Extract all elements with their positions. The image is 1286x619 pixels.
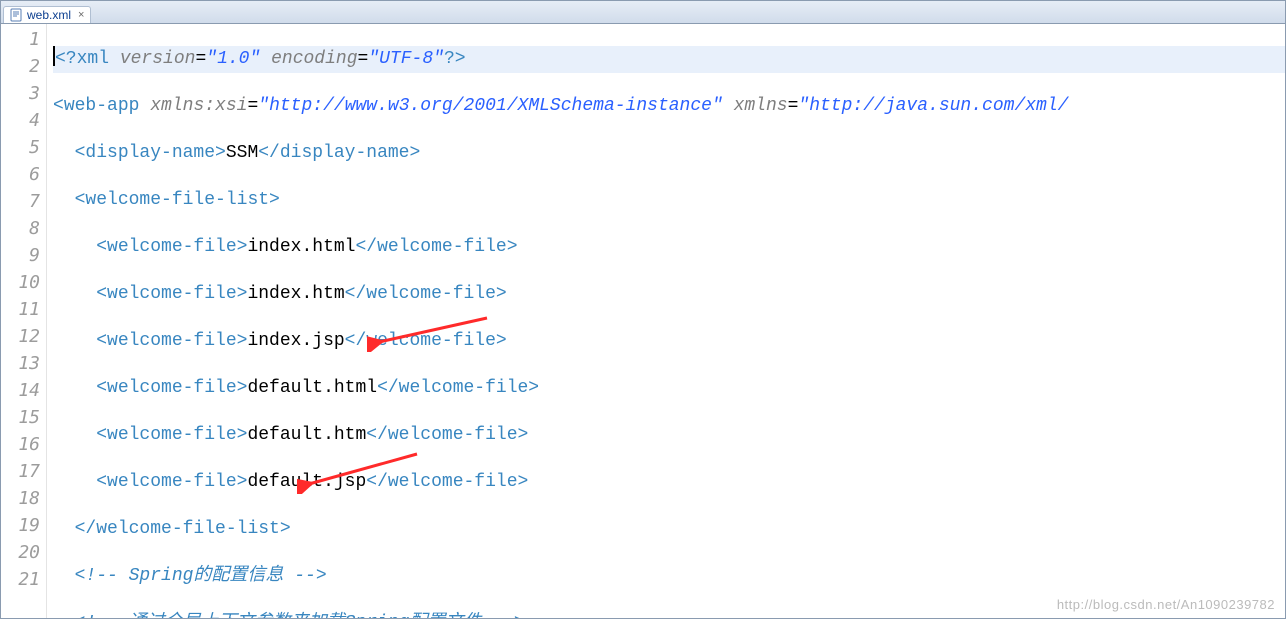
code-line[interactable]: </welcome-file-list>: [53, 516, 1285, 543]
code-line[interactable]: <display-name>SSM</display-name>: [53, 140, 1285, 167]
line-number: 18: [1, 485, 46, 512]
code-line[interactable]: <welcome-file>default.htm</welcome-file>: [53, 422, 1285, 449]
line-number: 2: [1, 53, 46, 80]
tab-bar: web.xml ×: [1, 1, 1285, 24]
code-line[interactable]: <!-- Spring的配置信息 -->: [53, 563, 1285, 590]
editor[interactable]: 1 2 3 4 5 6 7 8 9 10 11 12 13 14 15 16 1…: [1, 24, 1285, 618]
code-line[interactable]: <welcome-file>index.jsp</welcome-file>: [53, 328, 1285, 355]
code-line[interactable]: <welcome-file>index.html</welcome-file>: [53, 234, 1285, 261]
code-line[interactable]: <web-app xmlns:xsi="http://www.w3.org/20…: [53, 93, 1285, 120]
line-number: 7: [1, 188, 46, 215]
code-line[interactable]: <welcome-file>index.htm</welcome-file>: [53, 281, 1285, 308]
line-number: 17: [1, 458, 46, 485]
line-number: 6: [1, 161, 46, 188]
line-number: 1: [1, 26, 46, 53]
code-line[interactable]: <?xml version="1.0" encoding="UTF-8"?>: [53, 46, 1285, 73]
code-line[interactable]: <welcome-file>default.html</welcome-file…: [53, 375, 1285, 402]
line-number: 12: [1, 323, 46, 350]
code-line[interactable]: <welcome-file>default.jsp</welcome-file>: [53, 469, 1285, 496]
line-number: 20: [1, 539, 46, 566]
line-number: 10: [1, 269, 46, 296]
watermark: http://blog.csdn.net/An1090239782: [1057, 597, 1275, 612]
line-number: 21: [1, 566, 46, 593]
line-number: 19: [1, 512, 46, 539]
line-number: 16: [1, 431, 46, 458]
line-number: 5: [1, 134, 46, 161]
gutter: 1 2 3 4 5 6 7 8 9 10 11 12 13 14 15 16 1…: [1, 24, 47, 618]
line-number: 15: [1, 404, 46, 431]
tab-label: web.xml: [27, 8, 71, 22]
line-number: 11: [1, 296, 46, 323]
code-line[interactable]: <welcome-file-list>: [53, 187, 1285, 214]
close-icon[interactable]: ×: [78, 9, 84, 21]
line-number: 9: [1, 242, 46, 269]
xml-file-icon: [10, 8, 24, 22]
code-area[interactable]: <?xml version="1.0" encoding="UTF-8"?> <…: [47, 24, 1285, 618]
tab-webxml[interactable]: web.xml ×: [3, 6, 91, 23]
line-number: 3: [1, 80, 46, 107]
line-number: 14: [1, 377, 46, 404]
line-number: 13: [1, 350, 46, 377]
line-number: 4: [1, 107, 46, 134]
line-number: 8: [1, 215, 46, 242]
